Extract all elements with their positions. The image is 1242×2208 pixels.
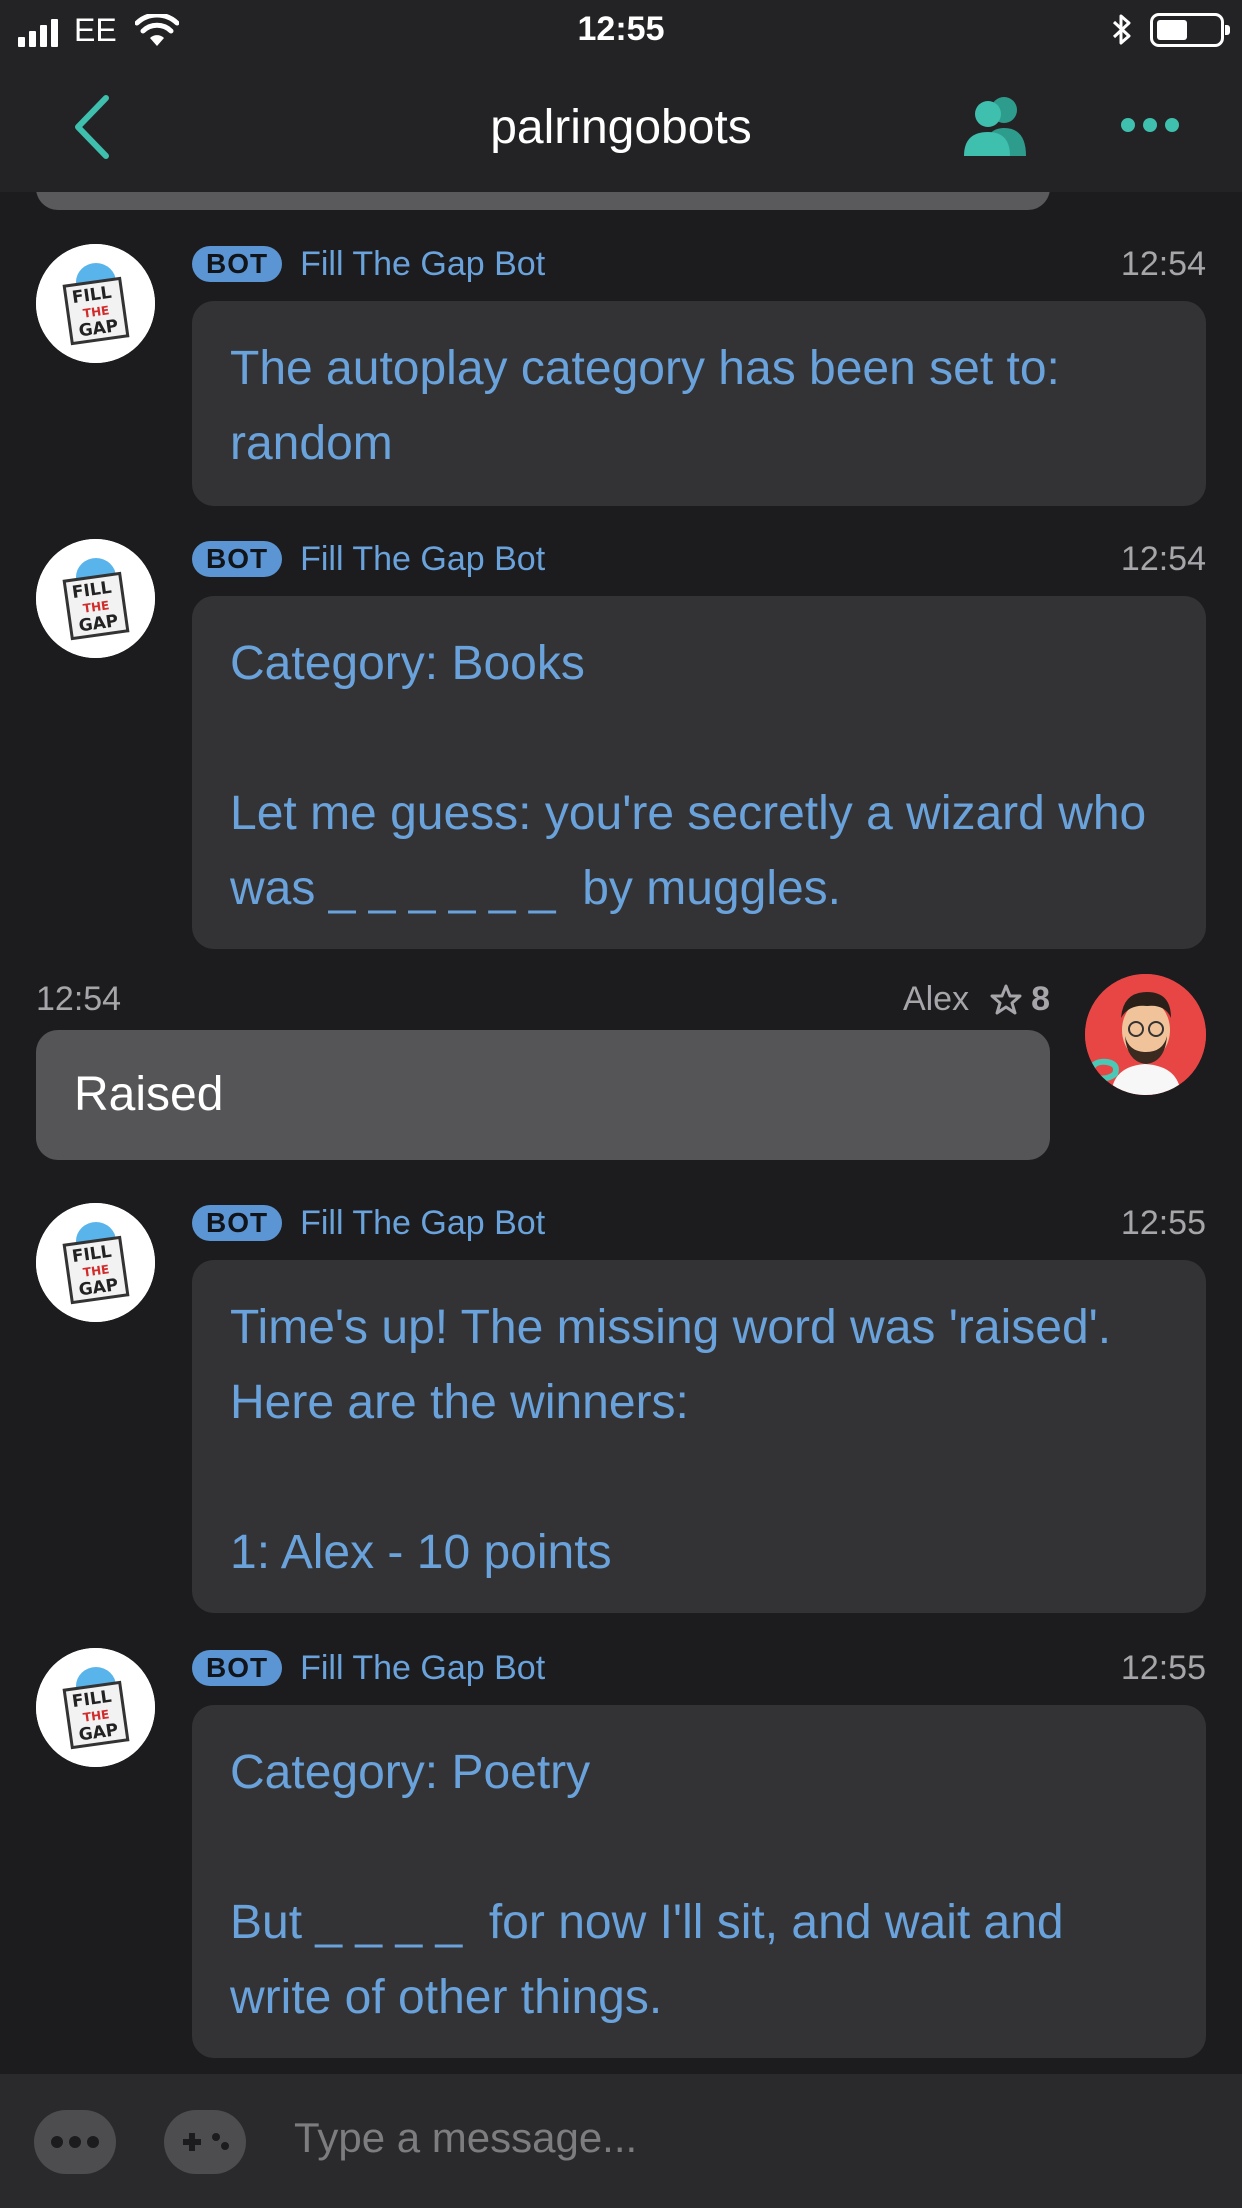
fill-the-gap-logo-icon: FILL THE GAP <box>36 539 155 658</box>
more-options-button[interactable] <box>34 2110 116 2174</box>
bot-message-header: BOT Fill The Gap Bot 12:54 <box>192 539 1206 579</box>
chat-list[interactable]: FILL THE GAP BOT Fill The Gap Bot 12:54 … <box>0 192 1242 2074</box>
sender-name[interactable]: Fill The Gap Bot <box>300 540 545 579</box>
bot-badge: BOT <box>192 1205 283 1241</box>
bot-avatar[interactable]: FILL THE GAP <box>36 244 155 363</box>
message-bubble[interactable]: The autoplay category has been set to: r… <box>192 301 1206 506</box>
message-input[interactable]: Type a message... <box>294 2114 637 2162</box>
message-bubble[interactable]: Time's up! The missing word was 'raised'… <box>192 1260 1206 1613</box>
message-bubble[interactable]: Raised <box>36 1030 1050 1160</box>
more-dots-icon <box>1121 118 1179 132</box>
nav-bar: palringobots <box>0 62 1242 192</box>
fill-the-gap-logo-icon: FILL THE GAP <box>36 1203 155 1322</box>
bot-badge: BOT <box>192 246 283 282</box>
status-time: 12:55 <box>577 10 665 48</box>
sender-name[interactable]: Fill The Gap Bot <box>300 1649 545 1688</box>
star-outline-icon <box>990 984 1022 1014</box>
bot-badge: BOT <box>192 541 283 577</box>
battery-icon <box>1150 13 1230 47</box>
bot-message-header: BOT Fill The Gap Bot 12:55 <box>192 1648 1206 1688</box>
message-time: 12:55 <box>1120 1648 1206 1687</box>
reputation-level: 8 <box>1031 980 1050 1018</box>
message-bubble[interactable]: Category: Books Let me guess: you're sec… <box>192 596 1206 949</box>
status-right <box>1110 12 1230 48</box>
user-avatar-illustration <box>1085 974 1206 1095</box>
page-title: palringobots <box>490 101 752 154</box>
bot-avatar[interactable]: FILL THE GAP <box>36 1203 155 1322</box>
fill-the-gap-logo-icon: FILL THE GAP <box>36 1648 155 1767</box>
more-dots-icon <box>51 2136 99 2148</box>
message-bubble[interactable]: Category: Poetry But _ _ _ _ for now I'l… <box>192 1705 1206 2058</box>
bot-message-header: BOT Fill The Gap Bot 12:54 <box>192 244 1206 284</box>
sender-name[interactable]: Fill The Gap Bot <box>300 245 545 284</box>
message-time: 12:54 <box>36 980 122 1018</box>
members-button[interactable] <box>960 94 1030 158</box>
bot-avatar[interactable]: FILL THE GAP <box>36 539 155 658</box>
status-bar: EE 12:55 <box>0 0 1242 62</box>
user-message-header: Alex 8 <box>903 980 1050 1019</box>
bot-badge: BOT <box>192 1650 283 1686</box>
sender-name[interactable]: Alex <box>903 980 969 1019</box>
sender-name[interactable]: Fill The Gap Bot <box>300 1204 545 1243</box>
message-time: 12:55 <box>1120 1203 1206 1242</box>
people-icon <box>964 97 1026 156</box>
message-time: 12:54 <box>1120 539 1206 578</box>
avatar[interactable] <box>1085 974 1206 1095</box>
gamepad-icon <box>183 2133 229 2151</box>
bluetooth-icon <box>1112 14 1131 45</box>
bot-message-header: BOT Fill The Gap Bot 12:55 <box>192 1203 1206 1243</box>
message-composer: Type a message... <box>0 2074 1242 2208</box>
previous-message-bubble <box>36 192 1050 210</box>
message-time: 12:54 <box>1120 244 1206 283</box>
fill-the-gap-logo-icon: FILL THE GAP <box>36 244 155 363</box>
games-button[interactable] <box>164 2110 246 2174</box>
bot-avatar[interactable]: FILL THE GAP <box>36 1648 155 1767</box>
more-button[interactable] <box>1120 110 1180 140</box>
